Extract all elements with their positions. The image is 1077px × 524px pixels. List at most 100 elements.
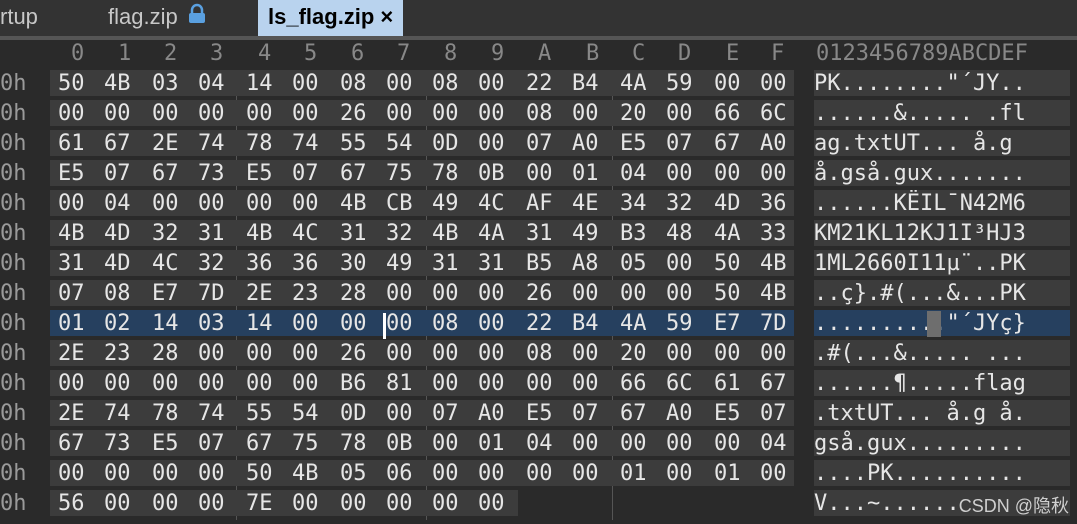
hex-byte[interactable]: 00 bbox=[340, 310, 367, 336]
hex-byte[interactable]: 04 bbox=[760, 430, 787, 456]
hex-byte[interactable]: 4B bbox=[58, 220, 85, 246]
hex-byte[interactable]: 23 bbox=[104, 340, 131, 366]
hex-byte[interactable]: 00 bbox=[666, 340, 693, 366]
hex-byte[interactable]: 75 bbox=[292, 430, 319, 456]
hex-byte[interactable]: 22 bbox=[526, 310, 553, 336]
hex-byte[interactable]: 00 bbox=[152, 370, 179, 396]
hex-byte[interactable]: 49 bbox=[432, 190, 459, 216]
hex-byte[interactable]: E5 bbox=[620, 130, 647, 156]
hex-byte[interactable]: 59 bbox=[666, 310, 693, 336]
hex-byte[interactable]: 00 bbox=[432, 430, 459, 456]
hex-byte[interactable]: 00 bbox=[666, 280, 693, 306]
hex-byte[interactable]: 00 bbox=[104, 490, 131, 516]
hex-byte[interactable]: 00 bbox=[246, 190, 273, 216]
hex-byte[interactable]: 4B bbox=[292, 460, 319, 486]
hex-byte[interactable]: 00 bbox=[152, 100, 179, 126]
ascii-row[interactable]: ......KËIL¯N42M6 bbox=[814, 190, 1070, 216]
hex-byte[interactable]: 20 bbox=[620, 340, 647, 366]
hex-byte[interactable]: 4D bbox=[104, 220, 131, 246]
hex-byte[interactable]: 00 bbox=[292, 490, 319, 516]
hex-byte[interactable]: 6C bbox=[760, 100, 787, 126]
hex-byte[interactable]: 00 bbox=[292, 100, 319, 126]
hex-byte[interactable]: 00 bbox=[292, 310, 319, 336]
hex-byte[interactable]: 0D bbox=[340, 400, 367, 426]
ascii-row[interactable]: gså.gux......... bbox=[814, 430, 1070, 456]
hex-byte[interactable]: 00 bbox=[198, 100, 225, 126]
hex-byte[interactable]: 4B bbox=[340, 190, 367, 216]
hex-byte[interactable]: 59 bbox=[666, 70, 693, 96]
hex-byte[interactable]: 00 bbox=[714, 70, 741, 96]
hex-byte[interactable]: 49 bbox=[386, 250, 413, 276]
hex-byte[interactable]: 00 bbox=[58, 370, 85, 396]
ascii-row[interactable]: .........."´JYç} bbox=[814, 310, 1070, 336]
hex-byte[interactable]: 00 bbox=[526, 370, 553, 396]
hex-byte[interactable]: 02 bbox=[104, 310, 131, 336]
hex-byte[interactable]: 67 bbox=[714, 130, 741, 156]
hex-byte[interactable]: A0 bbox=[478, 400, 505, 426]
hex-row[interactable]: 00 00 00 00 00 00 B6 81 00 00 00 00 66 6C 61 67 bbox=[50, 370, 794, 396]
hex-byte[interactable]: 00 bbox=[246, 100, 273, 126]
hex-byte[interactable]: 03 bbox=[198, 310, 225, 336]
hex-byte[interactable]: 00 bbox=[666, 430, 693, 456]
hex-byte[interactable]: 00 bbox=[478, 340, 505, 366]
hex-byte[interactable]: 61 bbox=[58, 130, 85, 156]
hex-byte[interactable]: 00 bbox=[478, 130, 505, 156]
ascii-row[interactable]: 1ML2660I11µ¨..PK bbox=[814, 250, 1070, 276]
hex-byte[interactable]: 00 bbox=[198, 370, 225, 396]
hex-byte[interactable]: 00 bbox=[104, 100, 131, 126]
hex-byte[interactable]: 00 bbox=[386, 310, 413, 336]
hex-byte[interactable]: 54 bbox=[292, 400, 319, 426]
hex-byte[interactable]: 56 bbox=[58, 490, 85, 516]
hex-byte[interactable]: 50 bbox=[246, 460, 273, 486]
hex-byte[interactable]: 36 bbox=[246, 250, 273, 276]
hex-row[interactable]: 01 02 14 03 14 00 00 00 08 00 22 B4 4A 59 E7 7D bbox=[50, 310, 794, 336]
hex-byte[interactable]: 00 bbox=[714, 340, 741, 366]
hex-byte[interactable]: 00 bbox=[572, 100, 599, 126]
hex-byte[interactable]: 04 bbox=[104, 190, 131, 216]
hex-byte[interactable]: A0 bbox=[572, 130, 599, 156]
hex-byte[interactable]: 00 bbox=[246, 370, 273, 396]
hex-byte[interactable]: 00 bbox=[246, 340, 273, 366]
hex-byte[interactable]: 81 bbox=[386, 370, 413, 396]
hex-byte[interactable]: 66 bbox=[620, 370, 647, 396]
hex-byte[interactable]: 00 bbox=[152, 460, 179, 486]
hex-byte[interactable]: 4C bbox=[152, 250, 179, 276]
hex-byte[interactable]: B4 bbox=[572, 70, 599, 96]
hex-byte[interactable]: 00 bbox=[292, 370, 319, 396]
hex-byte[interactable]: 04 bbox=[620, 160, 647, 186]
hex-byte[interactable]: 00 bbox=[572, 340, 599, 366]
hex-byte[interactable]: 00 bbox=[760, 70, 787, 96]
hex-byte[interactable]: 00 bbox=[666, 250, 693, 276]
hex-byte[interactable]: 50 bbox=[714, 250, 741, 276]
hex-byte[interactable]: 06 bbox=[386, 460, 413, 486]
hex-byte[interactable]: 00 bbox=[386, 100, 413, 126]
hex-byte[interactable]: 01 bbox=[714, 460, 741, 486]
hex-byte[interactable]: 00 bbox=[198, 490, 225, 516]
hex-byte[interactable]: 00 bbox=[292, 190, 319, 216]
hex-byte[interactable]: 01 bbox=[620, 460, 647, 486]
hex-byte[interactable]: 2E bbox=[58, 340, 85, 366]
hex-byte[interactable]: 07 bbox=[292, 160, 319, 186]
hex-byte[interactable]: 07 bbox=[104, 160, 131, 186]
hex-byte[interactable]: 31 bbox=[432, 250, 459, 276]
hex-byte[interactable]: 14 bbox=[246, 310, 273, 336]
hex-byte[interactable]: E5 bbox=[58, 160, 85, 186]
hex-byte[interactable]: 2E bbox=[58, 400, 85, 426]
hex-byte[interactable]: 4B bbox=[760, 250, 787, 276]
ascii-row[interactable]: å.gså.gux....... bbox=[814, 160, 1070, 186]
hex-byte[interactable]: 07 bbox=[666, 130, 693, 156]
hex-byte[interactable]: 00 bbox=[478, 70, 505, 96]
hex-row[interactable]: 00 00 00 00 00 00 26 00 00 00 08 00 20 00 66 6C bbox=[50, 100, 794, 126]
hex-byte[interactable]: 49 bbox=[572, 220, 599, 246]
hex-byte[interactable]: 00 bbox=[58, 100, 85, 126]
hex-byte[interactable]: 00 bbox=[478, 370, 505, 396]
hex-row[interactable]: 07 08 E7 7D 2E 23 28 00 00 00 26 00 00 00 50 4B bbox=[50, 280, 794, 306]
hex-byte[interactable]: 31 bbox=[340, 220, 367, 246]
hex-byte[interactable]: 4A bbox=[620, 70, 647, 96]
hex-byte[interactable]: 00 bbox=[432, 280, 459, 306]
hex-byte[interactable]: 00 bbox=[714, 430, 741, 456]
hex-row[interactable]: 67 73 E5 07 67 75 78 0B 00 01 04 00 00 00 00 04 bbox=[50, 430, 794, 456]
hex-row[interactable]: 31 4D 4C 32 36 36 30 49 31 31 B5 A8 05 00 50 4B bbox=[50, 250, 794, 276]
hex-byte[interactable]: 50 bbox=[58, 70, 85, 96]
hex-byte[interactable]: 78 bbox=[152, 400, 179, 426]
